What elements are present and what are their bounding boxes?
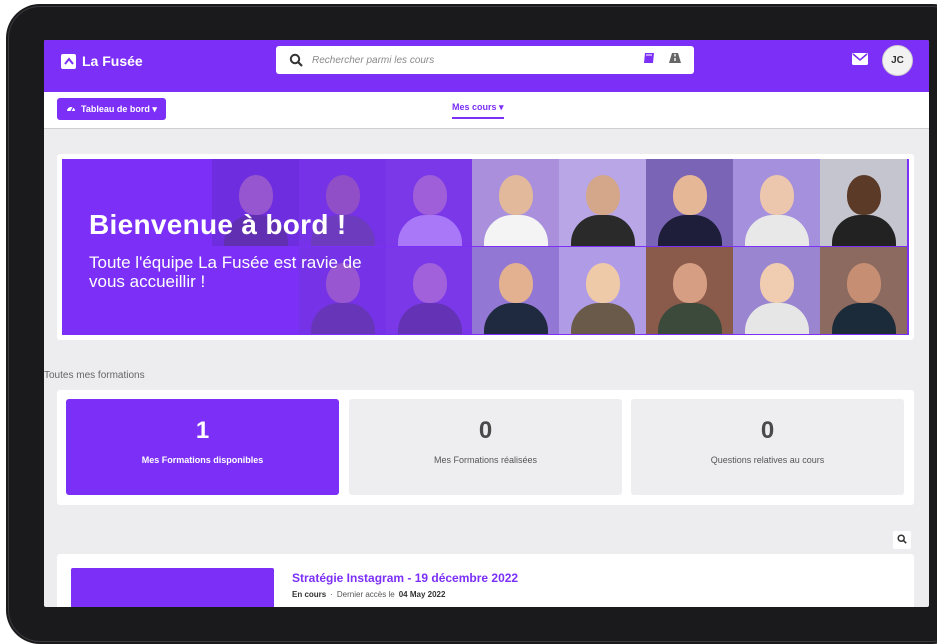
course-thumbnail[interactable] — [71, 568, 274, 607]
search-input[interactable] — [310, 53, 642, 67]
stat-value: 0 — [478, 417, 493, 444]
stat-label: Mes Formations disponibles — [141, 455, 264, 465]
stat-value: 0 — [760, 417, 775, 444]
stat-label: Questions relatives au cours — [710, 455, 825, 465]
team-photo — [386, 159, 473, 246]
course-card[interactable]: Stratégie Instagram - 19 décembre 2022 E… — [57, 554, 914, 607]
team-photo — [472, 159, 559, 246]
welcome-banner: Bienvenue à bord ! Toute l'équipe La Fus… — [62, 159, 909, 335]
dashboard-label: Tableau de bord ▾ — [81, 103, 157, 114]
course-status: En cours — [292, 590, 327, 599]
team-photo — [820, 159, 907, 246]
course-search-button[interactable] — [893, 531, 911, 549]
tab-mes-cours[interactable]: Mes cours ▾ — [452, 102, 504, 119]
stat-available-courses[interactable]: 1 Mes Formations disponibles — [66, 399, 339, 495]
team-photo — [559, 159, 646, 246]
sub-navigation: Tableau de bord ▾ Mes cours ▾ — [44, 92, 929, 129]
rocket-logo-icon — [61, 53, 76, 69]
course-title[interactable]: Stratégie Instagram - 19 décembre 2022 — [292, 571, 518, 585]
team-photo — [646, 247, 733, 334]
top-bar: La Fusée JC — [44, 40, 929, 92]
team-photo — [733, 247, 820, 334]
search-icon — [288, 52, 304, 68]
course-meta: En cours · Dernier accès le 04 May 2022 — [292, 590, 445, 599]
last-access-date: 04 May 2022 — [398, 590, 446, 599]
team-photo — [820, 247, 907, 334]
banner-subtitle: Toute l'équipe La Fusée est ravie de vou… — [89, 253, 362, 291]
search-bar[interactable] — [276, 46, 694, 74]
tablet-frame: La Fusée JC — [6, 4, 937, 644]
avatar[interactable]: JC — [882, 45, 913, 76]
last-access-label: Dernier accès le — [336, 590, 395, 599]
team-photo — [733, 159, 820, 246]
brand-name: La Fusée — [82, 53, 143, 69]
stat-course-questions[interactable]: 0 Questions relatives au cours — [631, 399, 904, 495]
section-title: Toutes mes formations — [44, 370, 145, 381]
welcome-banner-card: Bienvenue à bord ! Toute l'équipe La Fus… — [57, 154, 914, 340]
gauge-icon — [66, 104, 76, 114]
meta-separator: · — [330, 590, 333, 599]
road-icon[interactable] — [668, 51, 682, 70]
stats-card: 1 Mes Formations disponibles 0 Mes Forma… — [57, 390, 914, 505]
stat-label: Mes Formations réalisées — [433, 455, 538, 465]
banner-title: Bienvenue à bord ! — [89, 209, 347, 240]
team-photo — [559, 247, 646, 334]
book-icon[interactable] — [642, 51, 656, 70]
dashboard-dropdown-button[interactable]: Tableau de bord ▾ — [57, 98, 166, 120]
team-photo — [472, 247, 559, 334]
app-screen: La Fusée JC — [44, 40, 929, 607]
stat-value: 1 — [195, 417, 210, 444]
stat-completed-courses[interactable]: 0 Mes Formations réalisées — [349, 399, 622, 495]
team-photo — [386, 247, 473, 334]
brand-logo[interactable]: La Fusée — [61, 53, 143, 69]
mail-icon[interactable] — [852, 52, 868, 70]
search-icon — [897, 531, 907, 549]
team-photo — [646, 159, 733, 246]
